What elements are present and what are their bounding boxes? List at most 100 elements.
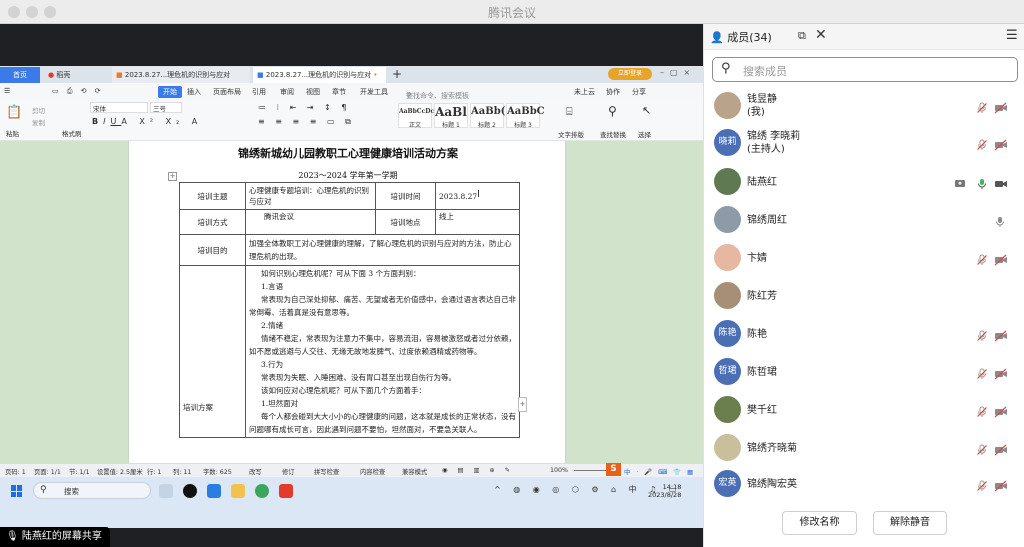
text-layout-icon[interactable]: ⌸ (566, 105, 573, 119)
wps-tab-docer[interactable]: ● 稻壳 (44, 67, 108, 83)
menu-view[interactable]: 视图 (306, 87, 320, 97)
camera-off-icon[interactable] (994, 136, 1007, 151)
ime-toolbar-icons[interactable]: 中 · 🎤 ⌨ 👕 ▦ (624, 467, 695, 476)
mic-muted-icon[interactable] (976, 136, 988, 150)
member-search-input[interactable]: ⚲ 搜索成员 (712, 57, 1018, 82)
rename-button[interactable]: 修改名称 (782, 511, 857, 535)
menu-review[interactable]: 审阅 (280, 87, 294, 97)
login-badge[interactable]: 立即登录 (608, 68, 652, 80)
mic-muted-icon[interactable] (976, 403, 988, 417)
file-explorer-icon[interactable] (231, 484, 245, 498)
mic-muted-icon[interactable] (976, 327, 988, 341)
widgets-icon[interactable] (159, 484, 173, 498)
text-format-icons[interactable]: BIUA X² X₂ A (92, 117, 202, 126)
font-size-select[interactable]: 三号 (150, 102, 182, 113)
copy-button[interactable]: 复制 (32, 117, 45, 127)
menu-references[interactable]: 引用 (252, 87, 266, 97)
member-row[interactable]: 宏英 锦绣陶宏英 (704, 466, 1024, 503)
text-layout-button[interactable]: 文字排版 (558, 129, 584, 139)
member-row[interactable]: 钱昱静 (我) (704, 88, 1024, 125)
camera-on-icon[interactable] (994, 175, 1007, 187)
cursor-icon[interactable]: ↖ (642, 104, 651, 117)
status-contentcheck[interactable]: 内容检查 (360, 467, 385, 476)
unmute-button[interactable]: 解除静音 (873, 511, 947, 535)
menu-layout[interactable]: 页面布局 (213, 87, 241, 97)
status-wordcount[interactable]: 字数: 625 (203, 467, 232, 476)
members-tab[interactable]: 👤 成员(34) (710, 29, 772, 45)
find-icon[interactable]: ⚲ (608, 104, 617, 118)
view-mode-icons[interactable]: ◉ ▤ ▥ ⊕ ✎ (442, 467, 514, 474)
status-revision[interactable]: 修订 (282, 467, 295, 476)
table-add-column-icon[interactable]: + (518, 397, 527, 412)
mic-muted-icon[interactable] (976, 365, 988, 379)
mic-muted-icon[interactable] (976, 441, 988, 455)
popout-icon[interactable]: ⧉ (798, 29, 806, 43)
mic-icon[interactable] (994, 213, 1006, 227)
zoom-level[interactable]: 100% (550, 467, 568, 474)
browser-icon[interactable] (255, 484, 269, 498)
member-row[interactable]: 哲珺 陈哲珺 (704, 354, 1024, 391)
format-painter-button[interactable]: 格式刷 (62, 128, 82, 138)
paragraph-icons[interactable]: ≔ ⁝ ⇤ ⇥ ↕ ¶ (258, 103, 350, 112)
style-heading3[interactable]: AaBbC 标题 3 (506, 103, 545, 129)
camera-off-icon[interactable] (994, 365, 1007, 380)
hamburger-icon[interactable]: ☰ (4, 87, 10, 95)
member-row[interactable]: 陈艳 陈艳 (704, 316, 1024, 353)
windows-start-icon[interactable] (11, 485, 23, 497)
collab-button[interactable]: 协作 (606, 87, 620, 97)
style-normal[interactable]: AaBbCcDc 正文 (398, 103, 434, 129)
window-controls-icon[interactable]: –▢× (660, 68, 696, 77)
member-row[interactable]: 樊千红 (704, 392, 1024, 429)
close-icon[interactable]: ✕ (815, 27, 827, 43)
find-replace-button[interactable]: 查找替换 (600, 129, 626, 139)
member-row[interactable]: 陈红芳 (704, 278, 1024, 315)
status-spellcheck[interactable]: 拼写检查 (314, 467, 339, 476)
wps-tab-doc2[interactable]: ■ 2023.8.27...理危机的识别与应对 • (253, 67, 386, 83)
new-tab-icon[interactable]: + (392, 66, 402, 82)
wps-tab-home[interactable]: 首页 (0, 67, 40, 83)
quick-access-icons[interactable]: ▭ ⎙ ⟲ ⟳ (52, 87, 104, 96)
cloud-status[interactable]: 未上云 (574, 87, 595, 97)
camera-off-icon[interactable] (994, 251, 1007, 266)
camera-off-icon[interactable] (994, 99, 1007, 114)
wps-app-icon[interactable] (279, 484, 293, 498)
member-row[interactable]: 晓莉 锦绣 李晓莉 (主持人) (704, 125, 1024, 162)
paste-button[interactable]: 粘贴 (6, 128, 19, 138)
style-heading1[interactable]: AaBl 标题 1 (434, 103, 468, 129)
member-row[interactable]: 锦绣周红 (704, 202, 1024, 239)
avatar (714, 168, 741, 195)
wps-tab-doc1[interactable]: ■ 2023.8.27...理危机的识别与应对 (112, 67, 250, 83)
ime-sogou-icon[interactable]: S (606, 463, 621, 476)
align-icons[interactable]: ≡ ≡ ≡ ≡ ▭ ⧉ (258, 117, 355, 127)
qq-icon[interactable] (183, 484, 197, 498)
camera-off-icon[interactable] (994, 441, 1007, 456)
table-move-handle[interactable]: + (168, 172, 177, 181)
menu-icon[interactable]: ☰ (1006, 28, 1018, 43)
menu-devtools[interactable]: 开发工具 (360, 87, 388, 97)
cut-button[interactable]: 剪切 (32, 105, 45, 115)
menu-start[interactable]: 开始 (158, 86, 182, 98)
status-overwrite[interactable]: 改写 (249, 467, 262, 476)
camera-off-icon[interactable] (994, 477, 1007, 492)
share-doc-button[interactable]: 分享 (632, 87, 646, 97)
style-heading2[interactable]: AaBb(标题 2 (470, 103, 505, 129)
camera-off-icon[interactable] (994, 403, 1007, 418)
meeting-app-icon[interactable] (207, 484, 221, 498)
taskbar-clock[interactable]: 14:18 2023/8/28 (648, 483, 681, 499)
screen-share-icon[interactable] (954, 175, 966, 187)
camera-off-icon[interactable] (994, 327, 1007, 342)
mic-muted-icon[interactable] (976, 477, 988, 491)
taskbar-search[interactable]: ⚲ 搜索 (33, 482, 151, 499)
font-name-select[interactable]: 宋体 (90, 102, 148, 113)
menu-insert[interactable]: 插入 (187, 87, 201, 97)
mic-on-icon[interactable] (976, 175, 988, 189)
member-row[interactable]: 卞婧 (704, 240, 1024, 277)
menu-chapter[interactable]: 章节 (332, 87, 346, 97)
member-row[interactable]: 陆燕红 (704, 164, 1024, 201)
select-button[interactable]: 选择 (638, 129, 651, 139)
paste-icon[interactable]: 📋 (6, 105, 22, 120)
document-page[interactable]: 锦绣新城幼儿园教职工心理健康培训活动方案 2023～2024 学年第一学期 + … (128, 141, 566, 463)
mic-muted-icon[interactable] (976, 99, 988, 113)
mic-muted-icon[interactable] (976, 251, 988, 265)
member-row[interactable]: 锦绣齐晓菊 (704, 430, 1024, 467)
